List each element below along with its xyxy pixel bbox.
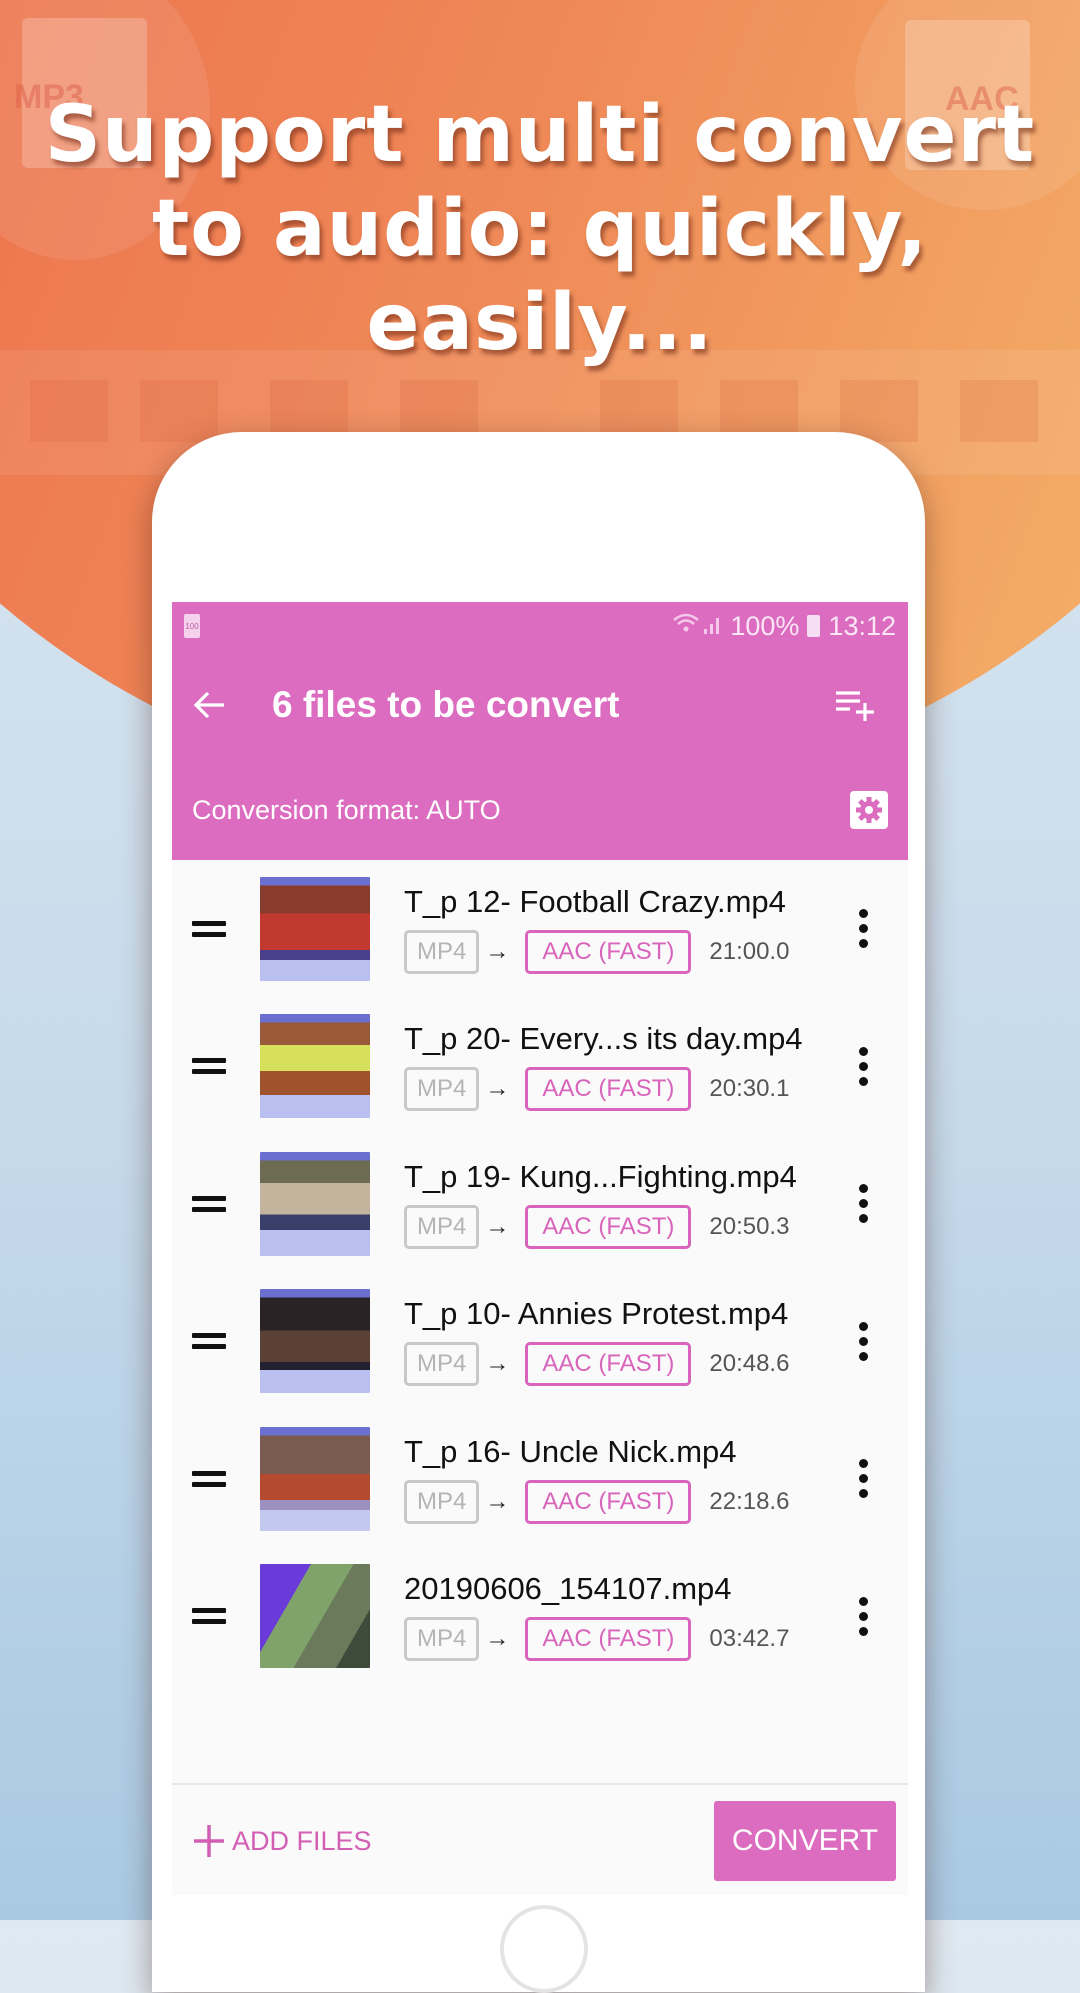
format-chips: MP4 → AAC (FAST) 20:50.3: [404, 1204, 848, 1249]
file-name: T_p 19- Kung...Fighting.mp4: [404, 1158, 797, 1194]
file-list-item[interactable]: T_p 10- Annies Protest.mp4 MP4 → AAC (FA…: [172, 1273, 908, 1411]
file-duration: 20:50.3: [709, 1212, 790, 1240]
video-thumbnail: [260, 1564, 370, 1669]
video-thumbnail: [260, 1426, 370, 1531]
conversion-format-label: Conversion format: AUTO: [192, 794, 501, 825]
drag-handle-icon[interactable]: [192, 915, 226, 943]
file-name: T_p 20- Every...s its day.mp4: [404, 1021, 803, 1057]
drag-handle-icon[interactable]: [192, 1190, 226, 1218]
video-thumbnail: [260, 1289, 370, 1394]
format-settings-button[interactable]: [850, 791, 888, 829]
file-duration: 03:42.7: [709, 1625, 790, 1653]
bottom-bar: ADD FILES CONVERT: [172, 1783, 908, 1895]
battery-icon: [807, 615, 821, 637]
format-chips: MP4 → AAC (FAST) 20:48.6: [404, 1342, 848, 1387]
file-info: 20190606_154107.mp4 MP4 → AAC (FAST) 03:…: [404, 1571, 848, 1662]
more-options-icon[interactable]: [848, 1594, 878, 1639]
target-format-button[interactable]: AAC (FAST): [525, 1479, 692, 1524]
format-chips: MP4 → AAC (FAST) 22:18.6: [404, 1479, 848, 1524]
arrow-right-icon: →: [485, 1075, 510, 1103]
file-list-item[interactable]: T_p 16- Uncle Nick.mp4 MP4 → AAC (FAST) …: [172, 1410, 908, 1548]
video-thumbnail: [260, 1014, 370, 1119]
file-duration: 20:30.1: [709, 1075, 790, 1103]
file-info: T_p 19- Kung...Fighting.mp4 MP4 → AAC (F…: [404, 1159, 848, 1249]
video-thumbnail: [260, 876, 370, 981]
file-list-item[interactable]: T_p 20- Every...s its day.mp4 MP4 → AAC …: [172, 998, 908, 1136]
drag-handle-icon[interactable]: [192, 1465, 226, 1493]
battery-saver-icon: 100: [184, 614, 200, 638]
file-info: T_p 16- Uncle Nick.mp4 MP4 → AAC (FAST) …: [404, 1434, 848, 1524]
source-format-badge: MP4: [404, 1342, 480, 1387]
file-duration: 22:18.6: [709, 1487, 790, 1515]
home-button: [500, 1905, 588, 1993]
drag-handle-icon[interactable]: [192, 1327, 226, 1355]
target-format-button[interactable]: AAC (FAST): [525, 1342, 692, 1387]
file-info: T_p 10- Annies Protest.mp4 MP4 → AAC (FA…: [404, 1296, 848, 1387]
target-format-button[interactable]: AAC (FAST): [525, 1617, 692, 1662]
more-options-icon[interactable]: [848, 1456, 878, 1501]
signal-icon: [702, 611, 724, 642]
more-options-icon[interactable]: [848, 906, 878, 951]
battery-percent: 100%: [730, 610, 800, 641]
file-list-item[interactable]: 20190606_154107.mp4 MP4 → AAC (FAST) 03:…: [172, 1548, 908, 1686]
video-thumbnail: [260, 1151, 370, 1256]
more-options-icon[interactable]: [848, 1319, 878, 1364]
gear-icon: [856, 797, 882, 823]
conversion-format-row[interactable]: Conversion format: AUTO: [172, 760, 908, 860]
status-bar: 100 100% 13:12: [172, 602, 908, 650]
plus-icon: [194, 1825, 224, 1857]
file-name: T_p 10- Annies Protest.mp4: [404, 1296, 789, 1332]
file-duration: 21:00.0: [709, 937, 790, 965]
wifi-icon: [672, 611, 700, 642]
toolbar: 6 files to be convert: [172, 650, 908, 760]
arrow-right-icon: →: [485, 1350, 510, 1378]
more-options-icon[interactable]: [848, 1181, 878, 1226]
arrow-left-icon: [193, 691, 224, 719]
file-list: T_p 12- Football Crazy.mp4 MP4 → AAC (FA…: [172, 860, 908, 1685]
filmstrip-cell: [30, 380, 108, 442]
target-format-button[interactable]: AAC (FAST): [525, 1204, 692, 1249]
format-chips: MP4 → AAC (FAST) 03:42.7: [404, 1617, 848, 1662]
source-format-badge: MP4: [404, 1479, 480, 1524]
source-format-badge: MP4: [404, 929, 480, 974]
arrow-right-icon: →: [485, 937, 510, 965]
target-format-button[interactable]: AAC (FAST): [525, 1067, 692, 1112]
file-duration: 20:48.6: [709, 1350, 790, 1378]
add-to-queue-button[interactable]: [834, 687, 878, 723]
format-chips: MP4 → AAC (FAST) 21:00.0: [404, 929, 848, 974]
arrow-right-icon: →: [485, 1625, 510, 1653]
file-list-item[interactable]: T_p 12- Football Crazy.mp4 MP4 → AAC (FA…: [172, 860, 908, 998]
drag-handle-icon[interactable]: [192, 1602, 226, 1630]
arrow-right-icon: →: [485, 1487, 510, 1515]
add-files-button[interactable]: ADD FILES: [192, 1823, 714, 1859]
file-name: T_p 12- Football Crazy.mp4: [404, 883, 786, 919]
source-format-badge: MP4: [404, 1617, 480, 1662]
file-list-item[interactable]: T_p 19- Kung...Fighting.mp4 MP4 → AAC (F…: [172, 1135, 908, 1273]
file-name: 20190606_154107.mp4: [404, 1571, 732, 1607]
arrow-right-icon: →: [485, 1212, 510, 1240]
file-info: T_p 20- Every...s its day.mp4 MP4 → AAC …: [404, 1021, 848, 1112]
promo-headline: Support multi convert to audio: quickly,…: [44, 90, 1036, 368]
clock: 13:12: [828, 610, 896, 641]
filmstrip-cell: [140, 380, 218, 442]
playlist-add-icon: [836, 691, 874, 721]
back-button[interactable]: [192, 687, 228, 723]
page-title: 6 files to be convert: [272, 684, 620, 725]
drag-handle-icon[interactable]: [192, 1052, 226, 1080]
format-chips: MP4 → AAC (FAST) 20:30.1: [404, 1067, 848, 1112]
app-screen: 100 100% 13:12 6 files to be convert Con…: [172, 602, 908, 1895]
filmstrip-cell: [960, 380, 1038, 442]
more-options-icon[interactable]: [848, 1044, 878, 1089]
source-format-badge: MP4: [404, 1067, 480, 1112]
target-format-button[interactable]: AAC (FAST): [525, 929, 692, 974]
source-format-badge: MP4: [404, 1204, 480, 1249]
app-bar: 100 100% 13:12 6 files to be convert Con…: [172, 602, 908, 860]
file-name: T_p 16- Uncle Nick.mp4: [404, 1433, 737, 1469]
convert-button[interactable]: CONVERT: [714, 1801, 896, 1881]
file-info: T_p 12- Football Crazy.mp4 MP4 → AAC (FA…: [404, 884, 848, 974]
